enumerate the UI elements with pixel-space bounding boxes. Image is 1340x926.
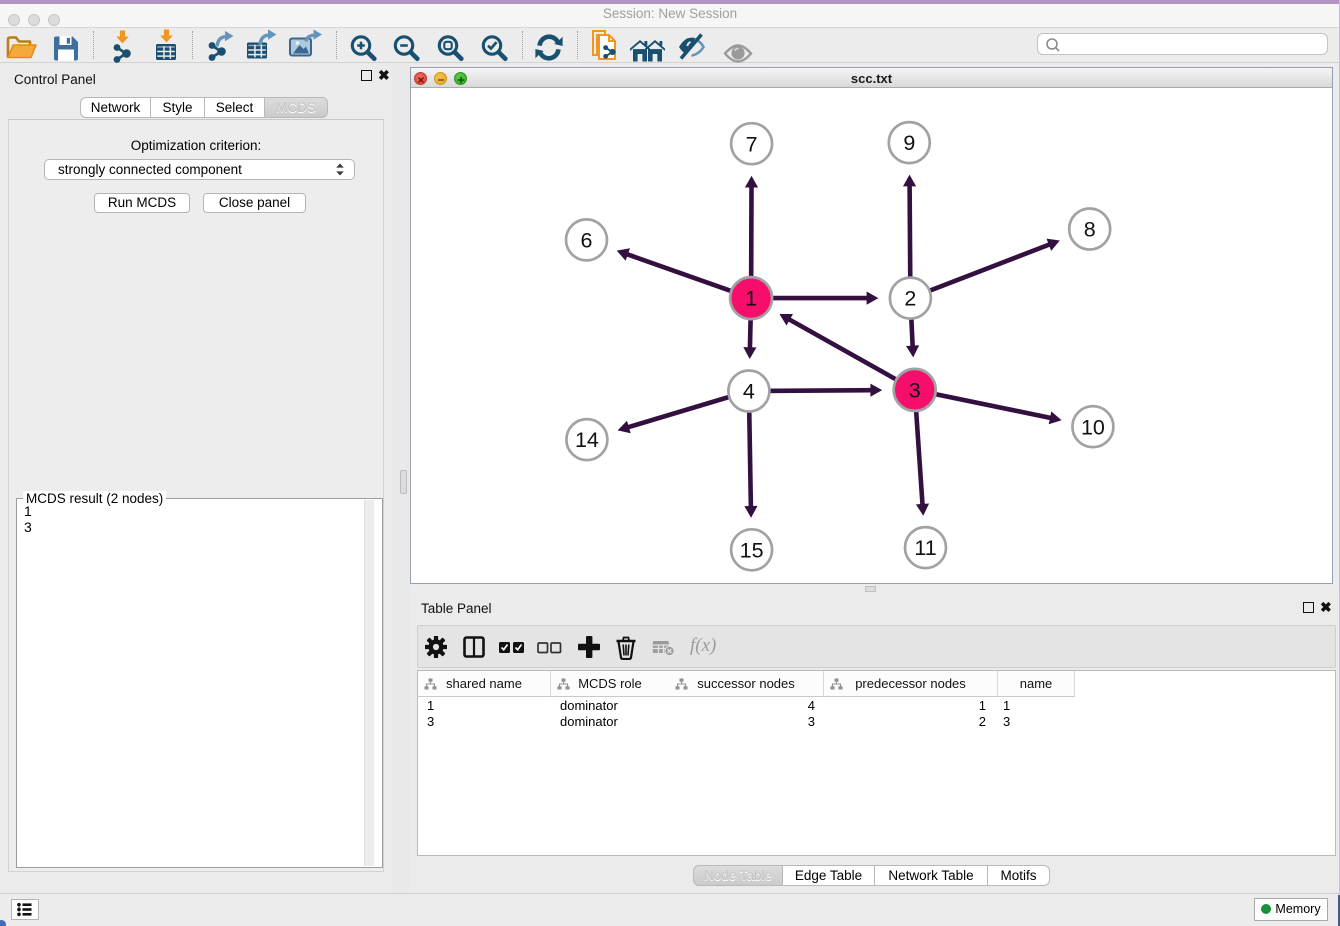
svg-text:10: 10 — [1081, 415, 1105, 439]
svg-text:11: 11 — [914, 536, 936, 560]
svg-text:14: 14 — [575, 428, 599, 452]
svg-text:3: 3 — [909, 379, 921, 403]
svg-text:6: 6 — [581, 229, 593, 253]
svg-text:2: 2 — [904, 287, 916, 311]
svg-text:4: 4 — [743, 380, 755, 404]
svg-text:7: 7 — [746, 132, 758, 156]
svg-text:1: 1 — [745, 287, 757, 311]
svg-text:15: 15 — [740, 538, 764, 562]
svg-text:9: 9 — [903, 131, 915, 155]
svg-text:8: 8 — [1084, 218, 1096, 242]
